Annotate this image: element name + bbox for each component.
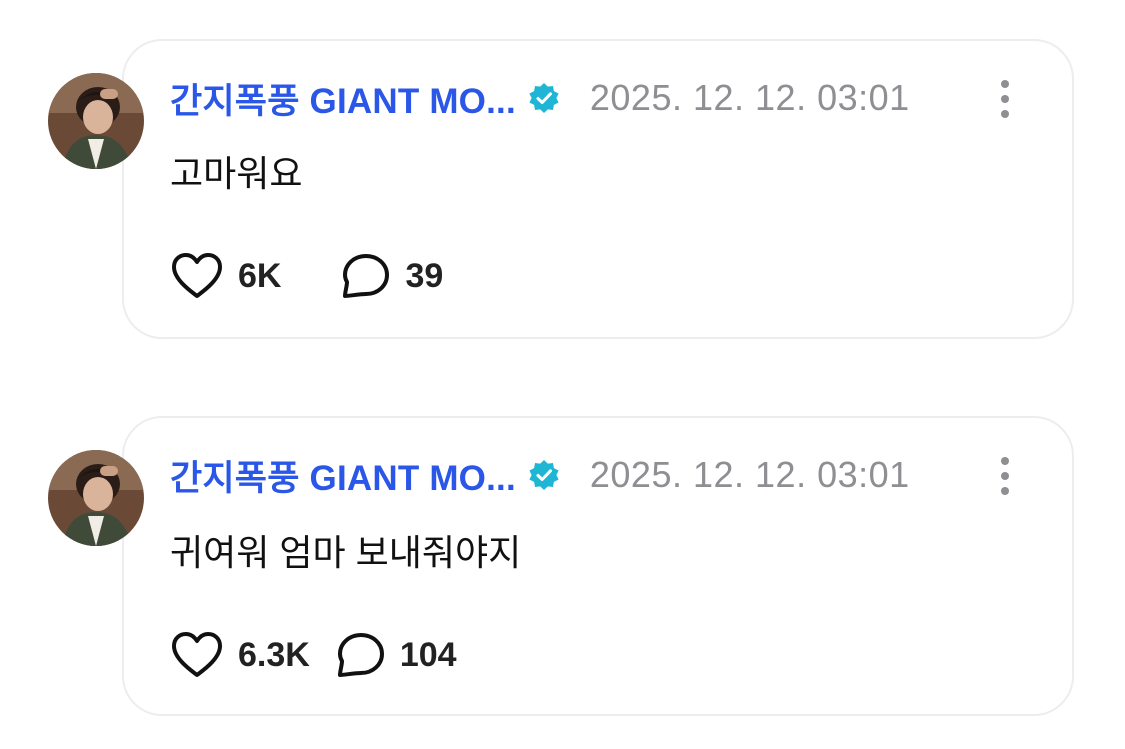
comment-actions: 6.3K 104 (170, 630, 457, 680)
reply-button[interactable]: 104 (336, 631, 457, 679)
comment-text: 귀여워 엄마 보내줘야지 (170, 532, 522, 573)
chat-bubble-icon (336, 631, 386, 679)
comment-header: 간지폭풍 GIANT MO... 2025. 12. 12. 03:01 (170, 450, 910, 500)
avatar[interactable] (48, 450, 144, 546)
username[interactable]: 간지폭풍 GIANT MO... (170, 450, 516, 501)
comment-item: 간지폭풍 GIANT MO... 2025. 12. 12. 03:01 귀여워… (0, 0, 1125, 716)
more-vertical-icon[interactable] (996, 456, 1014, 496)
timestamp: 2025. 12. 12. 03:01 (589, 454, 910, 495)
heart-icon (170, 631, 224, 679)
like-count: 6.3K (238, 635, 310, 674)
like-button[interactable]: 6.3K (170, 631, 310, 679)
verified-badge-icon (528, 459, 560, 491)
reply-count: 104 (399, 635, 457, 674)
